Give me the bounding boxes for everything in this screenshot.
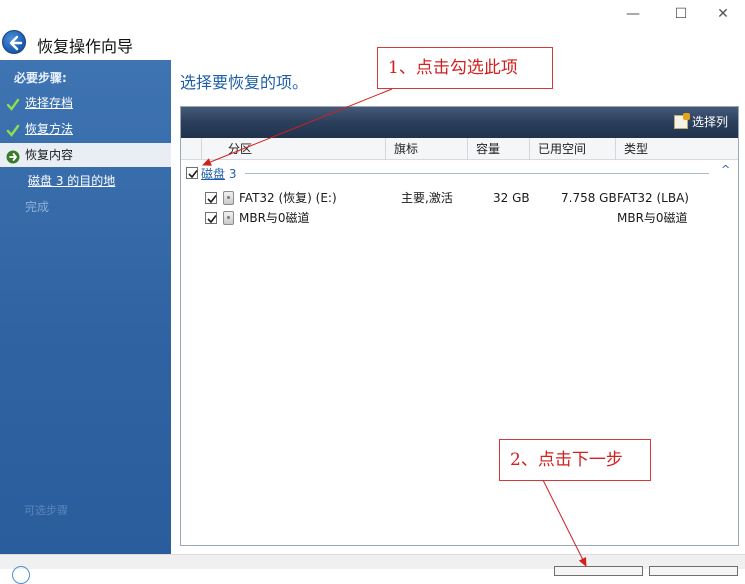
annotation-arrow-1 [202,88,393,166]
annotation-arrows [202,88,587,567]
annotation-arrow-2 [542,479,587,567]
